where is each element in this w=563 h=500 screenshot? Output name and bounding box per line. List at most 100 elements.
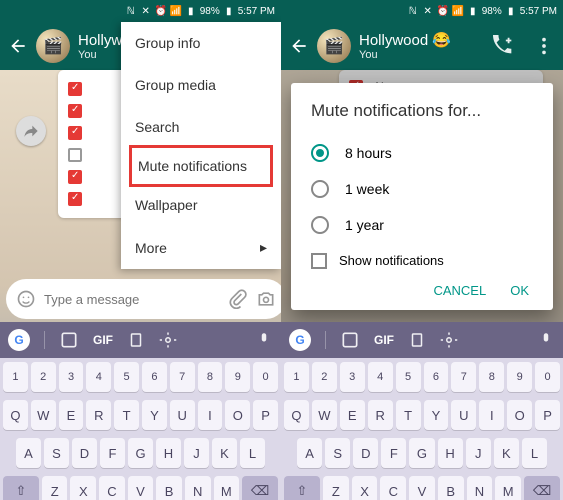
key-d[interactable]: D (353, 438, 378, 468)
key-o[interactable]: O (225, 400, 250, 430)
key-l[interactable]: L (240, 438, 265, 468)
key-0[interactable]: 0 (535, 362, 560, 392)
key-r[interactable]: R (86, 400, 111, 430)
radio-8hours[interactable]: 8 hours (311, 135, 533, 171)
key-g[interactable]: G (128, 438, 153, 468)
ok-button[interactable]: OK (510, 283, 529, 298)
checkbox-icon[interactable] (68, 170, 82, 184)
key-h[interactable]: H (438, 438, 463, 468)
avatar[interactable]: 🎬 (317, 29, 351, 63)
key-z[interactable]: Z (42, 476, 68, 500)
menu-wallpaper[interactable]: Wallpaper (121, 184, 281, 226)
key-3[interactable]: 3 (59, 362, 84, 392)
key-y[interactable]: Y (424, 400, 449, 430)
menu-group-info[interactable]: Group info (121, 22, 281, 64)
key-3[interactable]: 3 (340, 362, 365, 392)
key-z[interactable]: Z (323, 476, 349, 500)
sticker-icon[interactable] (340, 330, 360, 350)
add-call-icon[interactable] (493, 35, 515, 57)
key-k[interactable]: K (212, 438, 237, 468)
clipboard-icon[interactable] (408, 331, 426, 349)
back-icon[interactable] (289, 36, 309, 56)
key-f[interactable]: F (381, 438, 406, 468)
gif-icon[interactable]: GIF (93, 333, 113, 347)
key-k[interactable]: K (494, 438, 519, 468)
key-x[interactable]: X (352, 476, 378, 500)
key-1[interactable]: 1 (3, 362, 28, 392)
google-icon[interactable]: G (289, 329, 311, 351)
key-i[interactable]: I (198, 400, 223, 430)
google-icon[interactable]: G (8, 329, 30, 351)
menu-group-media[interactable]: Group media (121, 64, 281, 106)
key-⌫[interactable]: ⌫ (242, 476, 278, 500)
checkbox-icon[interactable] (68, 126, 82, 140)
key-8[interactable]: 8 (479, 362, 504, 392)
key-e[interactable]: E (59, 400, 84, 430)
key-w[interactable]: W (312, 400, 337, 430)
key-s[interactable]: S (325, 438, 350, 468)
key-g[interactable]: G (409, 438, 434, 468)
key-4[interactable]: 4 (368, 362, 393, 392)
message-input[interactable] (44, 292, 220, 307)
checkbox-icon[interactable] (68, 104, 82, 118)
settings-icon[interactable] (440, 331, 458, 349)
key-6[interactable]: 6 (142, 362, 167, 392)
key-j[interactable]: J (184, 438, 209, 468)
checkbox-icon[interactable] (68, 148, 82, 162)
settings-icon[interactable] (159, 331, 177, 349)
menu-search[interactable]: Search (121, 106, 281, 148)
key-2[interactable]: 2 (31, 362, 56, 392)
attach-icon[interactable] (228, 289, 248, 309)
radio-1year[interactable]: 1 year (311, 207, 533, 243)
key-⌫[interactable]: ⌫ (524, 476, 560, 500)
key-l[interactable]: L (522, 438, 547, 468)
key-4[interactable]: 4 (86, 362, 111, 392)
key-b[interactable]: B (156, 476, 182, 500)
key-h[interactable]: H (156, 438, 181, 468)
mic-icon[interactable] (537, 331, 555, 349)
key-b[interactable]: B (438, 476, 464, 500)
key-o[interactable]: O (507, 400, 532, 430)
key-5[interactable]: 5 (396, 362, 421, 392)
key-q[interactable]: Q (284, 400, 309, 430)
checkbox-icon[interactable] (68, 82, 82, 96)
sticker-icon[interactable] (59, 330, 79, 350)
key-d[interactable]: D (72, 438, 97, 468)
key-a[interactable]: A (297, 438, 322, 468)
key-y[interactable]: Y (142, 400, 167, 430)
key-8[interactable]: 8 (198, 362, 223, 392)
key-u[interactable]: U (170, 400, 195, 430)
key-5[interactable]: 5 (114, 362, 139, 392)
key-1[interactable]: 1 (284, 362, 309, 392)
key-⇧[interactable]: ⇧ (3, 476, 39, 500)
key-c[interactable]: C (99, 476, 125, 500)
key-7[interactable]: 7 (451, 362, 476, 392)
key-9[interactable]: 9 (507, 362, 532, 392)
gif-icon[interactable]: GIF (374, 333, 394, 347)
key-a[interactable]: A (16, 438, 41, 468)
key-p[interactable]: P (253, 400, 278, 430)
menu-mute-notifications[interactable]: Mute notifications (129, 145, 273, 187)
key-s[interactable]: S (44, 438, 69, 468)
key-t[interactable]: T (396, 400, 421, 430)
key-⇧[interactable]: ⇧ (284, 476, 320, 500)
checkbox-icon[interactable] (68, 192, 82, 206)
key-w[interactable]: W (31, 400, 56, 430)
menu-more[interactable]: More▸ (121, 226, 281, 269)
avatar[interactable]: 🎬 (36, 29, 70, 63)
key-u[interactable]: U (451, 400, 476, 430)
key-j[interactable]: J (466, 438, 491, 468)
back-icon[interactable] (8, 36, 28, 56)
key-n[interactable]: N (467, 476, 493, 500)
key-r[interactable]: R (368, 400, 393, 430)
cancel-button[interactable]: CANCEL (433, 283, 486, 298)
more-icon[interactable] (533, 35, 555, 57)
key-9[interactable]: 9 (225, 362, 250, 392)
emoji-picker-icon[interactable] (16, 289, 36, 309)
key-q[interactable]: Q (3, 400, 28, 430)
camera-icon[interactable] (256, 289, 276, 309)
key-x[interactable]: X (70, 476, 96, 500)
key-m[interactable]: M (495, 476, 521, 500)
key-6[interactable]: 6 (424, 362, 449, 392)
show-notifications-checkbox[interactable]: Show notifications (311, 243, 533, 275)
